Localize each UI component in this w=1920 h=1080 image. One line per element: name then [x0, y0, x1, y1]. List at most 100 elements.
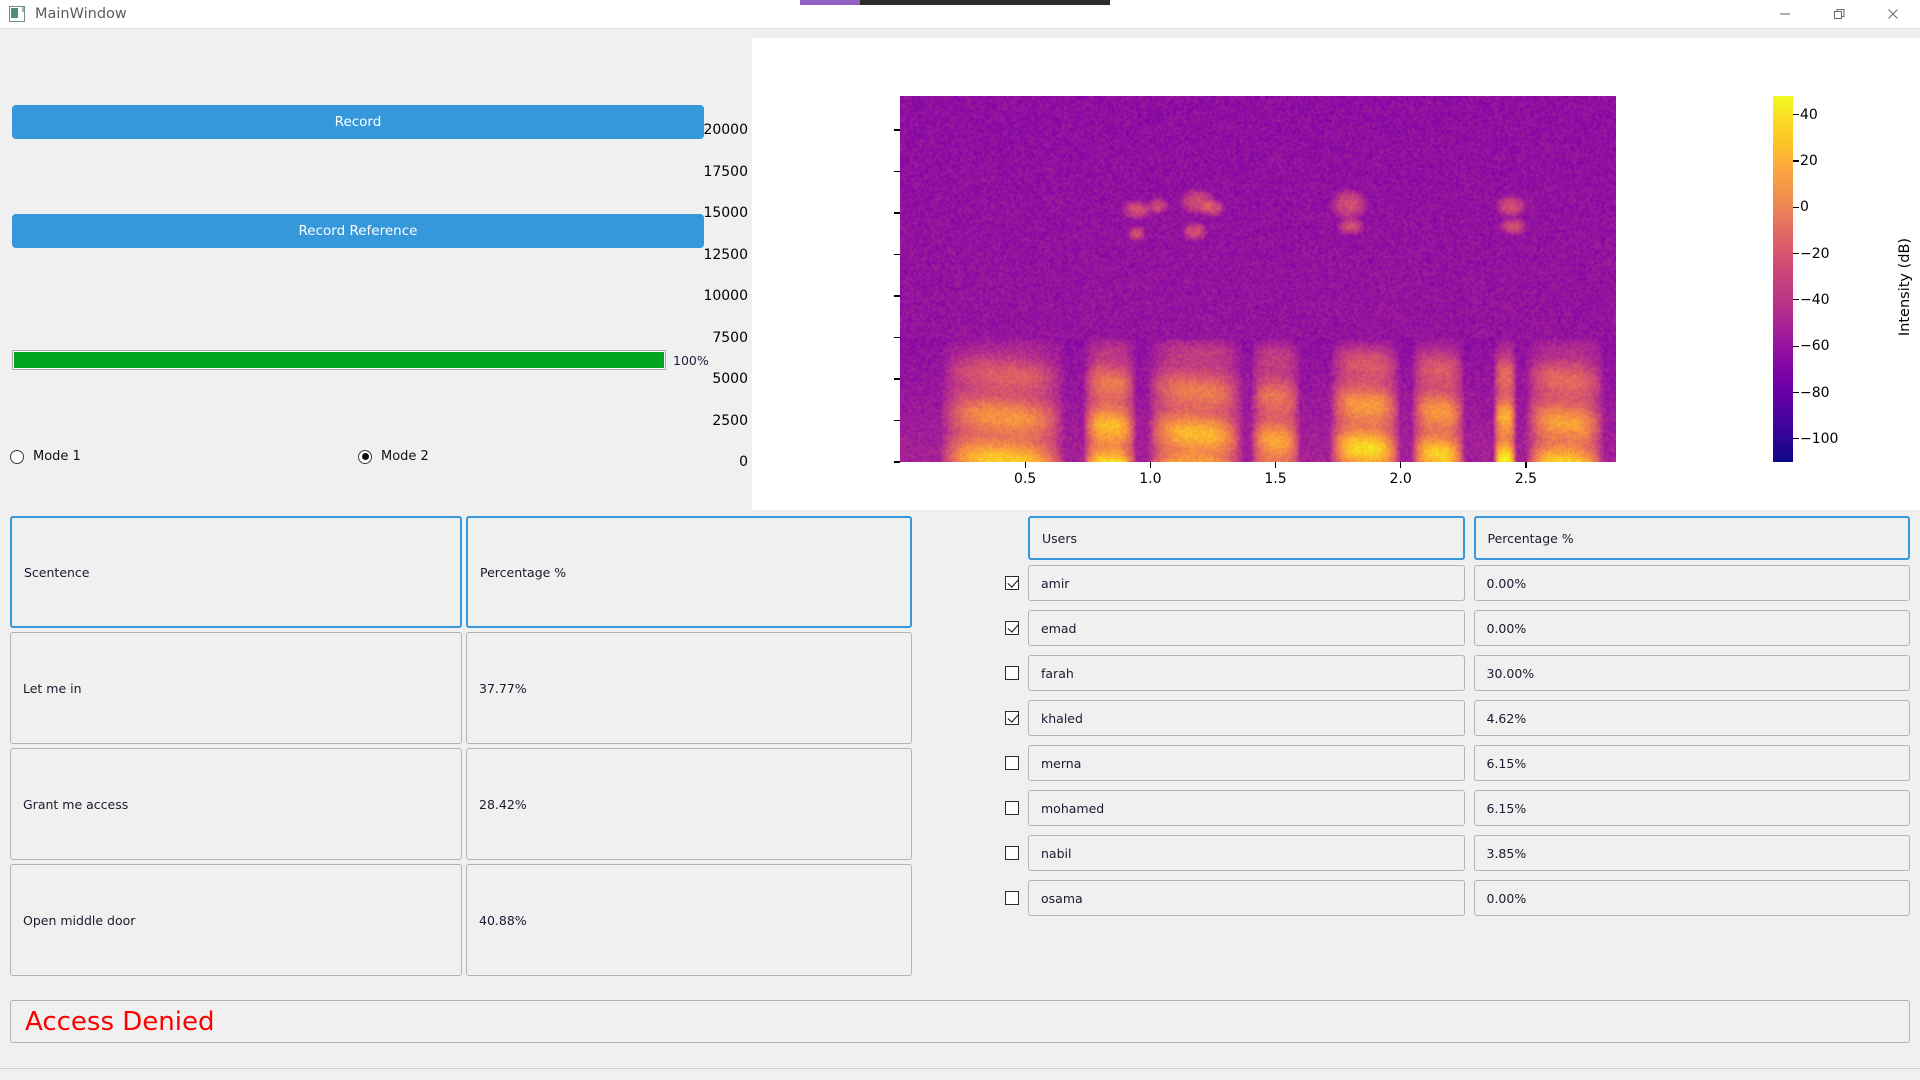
table-row: merna 6.15% [1005, 745, 1910, 781]
sentence-cell: Let me in [10, 632, 462, 744]
user-checkbox[interactable] [1005, 756, 1019, 770]
y-axis-tick-label: 7500 [712, 329, 748, 346]
user-name-cell: merna [1028, 745, 1465, 781]
app-window-icon [9, 6, 25, 22]
x-axis-tick-mark [1274, 462, 1277, 468]
table-row: mohamed 6.15% [1005, 790, 1910, 826]
user-percentage-cell: 0.00% [1473, 610, 1910, 646]
close-button[interactable] [1866, 0, 1920, 29]
user-name-cell: emad [1028, 610, 1465, 646]
table-row: Open middle door 40.88% [10, 864, 912, 976]
colorbar-tick-mark [1793, 113, 1799, 116]
colorbar-tick-label: −100 [1800, 430, 1839, 447]
y-axis-tick-label: 17500 [703, 163, 748, 180]
y-axis-tick-mark [894, 253, 900, 256]
user-checkbox[interactable] [1005, 576, 1019, 590]
table-row: Let me in 37.77% [10, 632, 912, 744]
y-axis-tick-mark [894, 295, 900, 297]
progress-bar-label: 100% [673, 352, 709, 368]
x-axis-tick-label: 2.5 [1514, 471, 1537, 487]
y-axis-tick-label: 0 [739, 454, 748, 470]
colorbar-tick-mark [1793, 299, 1799, 301]
window-controls [1758, 0, 1920, 29]
colorbar-label: Intensity (dB) [1897, 237, 1914, 337]
window-bottom-edge [0, 1068, 1920, 1080]
user-checkbox[interactable] [1005, 846, 1019, 860]
spectrogram-image [900, 96, 1616, 462]
left-control-panel: Record Record Reference 100% Mode 1 Mode… [0, 29, 752, 510]
window-title: MainWindow [35, 6, 127, 22]
user-name-cell: amir [1028, 565, 1465, 601]
colorbar-tick-mark [1793, 438, 1799, 440]
sentence-percentage-cell: 37.77% [466, 632, 912, 744]
colorbar-tick-label: −40 [1800, 291, 1830, 308]
spectrogram-panel: Intensity (dB) 0 2500 5000 7500 10000 12500 15… [703, 38, 1920, 510]
top-progress-strip-fill [800, 0, 860, 5]
user-checkbox[interactable] [1005, 801, 1019, 815]
y-axis-tick-label: 12500 [703, 246, 748, 263]
sentence-cell: Grant me access [10, 748, 462, 860]
sentence-rows-container: Let me in 37.77% Grant me access 28.42% Open… [10, 632, 912, 976]
colorbar-tick-mark [1793, 160, 1799, 162]
minimize-button[interactable] [1758, 0, 1812, 29]
sentence-results-table: Scentence Percentage % Let me in 37.77% Gr… [10, 516, 912, 980]
colorbar-tick-mark [1793, 206, 1799, 208]
y-axis-tick-label: 5000 [712, 371, 748, 387]
user-name-cell: khaled [1028, 700, 1465, 736]
user-name-cell: osama [1028, 880, 1465, 916]
user-percentage-cell: 0.00% [1473, 565, 1910, 601]
progress-bar-fill [14, 352, 664, 368]
x-axis-tick-mark [1400, 462, 1402, 468]
y-axis-tick-mark [894, 336, 900, 339]
radio-mode-2-indicator[interactable] [358, 449, 372, 464]
spectrogram-canvas [900, 96, 1616, 462]
user-checkbox[interactable] [1005, 711, 1019, 725]
table-row: Grant me access 28.42% [10, 748, 912, 860]
colorbar-tick-label: −80 [1800, 384, 1830, 401]
user-name-cell: nabil [1028, 835, 1465, 871]
x-axis-tick-label: 1.5 [1264, 471, 1287, 487]
radio-mode-1-indicator[interactable] [10, 449, 24, 464]
table-row: osama 0.00% [1005, 880, 1910, 916]
users-table-header-row: Users Percentage % [1005, 516, 1910, 560]
colorbar-tick-label: 0 [1800, 199, 1809, 216]
user-percentage-cell: 6.15% [1473, 790, 1910, 826]
user-percentage-cell: 0.00% [1473, 880, 1910, 916]
maximize-button[interactable] [1812, 0, 1866, 29]
colorbar-tick-label: 20 [1800, 152, 1818, 169]
y-axis-tick-mark [894, 170, 900, 173]
x-axis-tick-label: 0.5 [1014, 471, 1037, 487]
users-rows-container: amir 0.00% emad 0.00% farah 30.00% khaled 4.62%… [1005, 565, 1910, 916]
user-percentage-cell: 30.00% [1473, 655, 1910, 691]
user-percentage-cell: 6.15% [1473, 745, 1910, 781]
sentence-percentage-cell: 28.42% [466, 748, 912, 860]
table-row: nabil 3.85% [1005, 835, 1910, 871]
user-checkbox[interactable] [1005, 891, 1019, 905]
radio-mode-2[interactable]: Mode 2 [358, 449, 429, 464]
progress-bar-track [12, 350, 666, 370]
y-axis-tick-label: 10000 [703, 288, 748, 304]
user-name-cell: farah [1028, 655, 1465, 691]
user-checkbox[interactable] [1005, 621, 1019, 635]
radio-mode-1-label: Mode 1 [33, 449, 81, 464]
sentence-percentage-column-header: Percentage % [466, 516, 912, 628]
user-percentage-cell: 4.62% [1473, 700, 1910, 736]
record-button[interactable]: Record [12, 105, 704, 139]
x-axis-tick-label: 1.0 [1139, 471, 1162, 487]
users-results-table: Users Percentage % amir 0.00% emad 0.00% far… [1005, 516, 1910, 925]
colorbar-tick-mark [1793, 345, 1799, 347]
x-axis-tick-mark [1149, 462, 1151, 468]
sentence-percentage-cell: 40.88% [466, 864, 912, 976]
table-row: khaled 4.62% [1005, 700, 1910, 736]
y-axis-tick-mark [894, 212, 900, 214]
table-row: emad 0.00% [1005, 610, 1910, 646]
user-checkbox[interactable] [1005, 666, 1019, 680]
colorbar-tick-mark [1793, 252, 1799, 255]
radio-mode-1[interactable]: Mode 1 [10, 449, 81, 464]
x-axis-tick-mark [1024, 462, 1026, 468]
user-percentage-cell: 3.85% [1473, 835, 1910, 871]
progress-bar: 100% [12, 349, 712, 371]
sentence-cell: Open middle door [10, 864, 462, 976]
record-reference-button[interactable]: Record Reference [12, 214, 704, 248]
users-column-header: Users [1028, 516, 1465, 560]
